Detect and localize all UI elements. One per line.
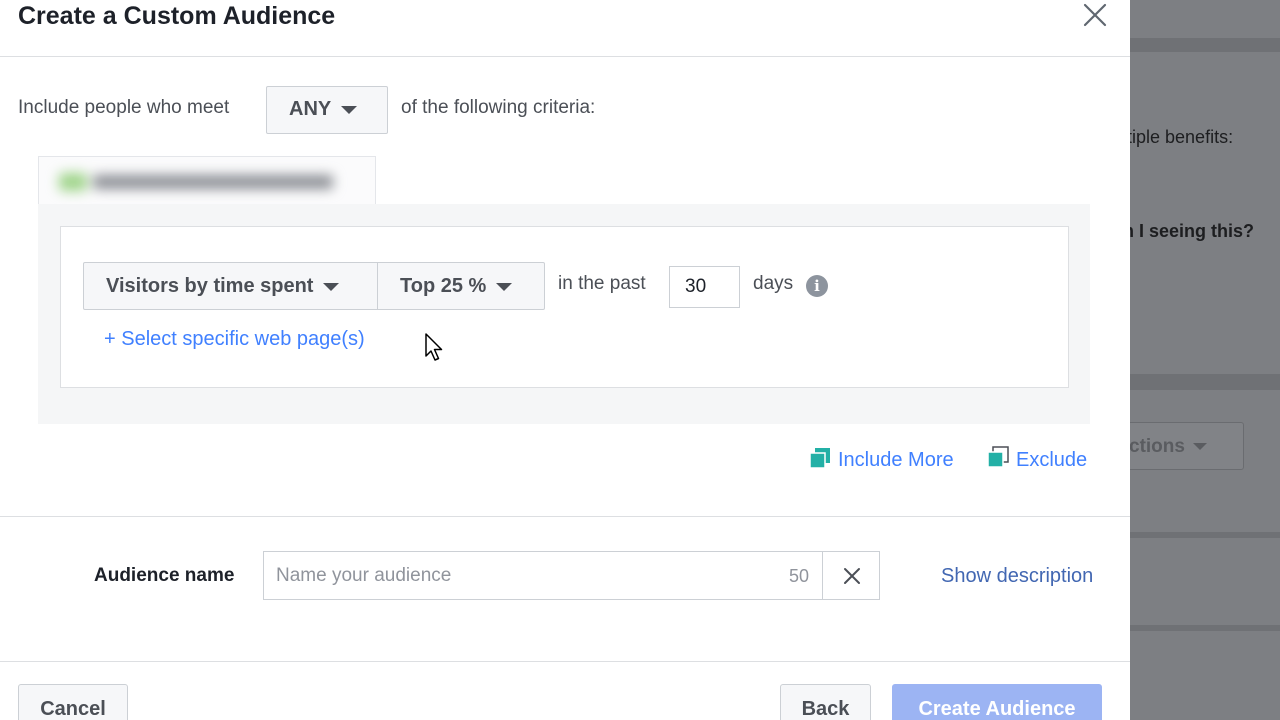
audience-name-field: 50: [263, 551, 880, 600]
dialog-header: Create a Custom Audience: [0, 0, 1130, 57]
background-divider: [1130, 374, 1280, 390]
match-type-dropdown[interactable]: ANY: [266, 86, 388, 134]
background-divider: [1130, 38, 1280, 52]
percentile-dropdown[interactable]: Top 25 %: [377, 262, 545, 310]
audience-name-input[interactable]: [264, 552, 804, 599]
include-more-icon[interactable]: [809, 447, 831, 469]
caret-down-icon: [323, 282, 340, 291]
clear-icon: [843, 567, 860, 584]
background-divider: [1130, 532, 1280, 538]
audience-name-label: Audience name: [94, 565, 235, 586]
event-type-dropdown[interactable]: Visitors by time spent: [83, 262, 378, 310]
back-button[interactable]: Back: [780, 684, 871, 720]
in-past-label: in the past: [558, 273, 646, 294]
background-divider: [1130, 625, 1280, 631]
background-benefits-text: ıltiple benefits:: [1130, 127, 1234, 147]
rule-box: Visitors by time spent Top 25 % in the p…: [60, 226, 1069, 388]
percentile-value: Top 25 %: [400, 275, 487, 297]
exclude-link[interactable]: Exclude: [1016, 449, 1087, 472]
info-icon[interactable]: i: [806, 275, 828, 297]
create-custom-audience-dialog: Create a Custom Audience Include people …: [0, 0, 1130, 720]
background-actions-button: ctions: [1130, 422, 1244, 470]
create-audience-button[interactable]: Create Audience: [892, 684, 1102, 720]
show-description-link[interactable]: Show description: [941, 565, 1093, 588]
character-count: 50: [789, 566, 810, 586]
select-web-pages-link[interactable]: + Select specific web page(s): [104, 328, 365, 351]
exclude-icon[interactable]: [987, 446, 1009, 468]
include-more-link[interactable]: Include More: [838, 449, 954, 472]
dialog-title: Create a Custom Audience: [18, 2, 336, 30]
criteria-suffix-label: of the following criteria:: [401, 97, 596, 118]
criteria-prefix-label: Include people who meet: [18, 97, 230, 118]
event-type-value: Visitors by time spent: [106, 275, 314, 297]
match-type-value: ANY: [289, 98, 332, 120]
background-why-seeing-text: m I seeing this?: [1130, 221, 1255, 241]
clear-name-button[interactable]: [822, 552, 880, 599]
background-page: ıltiple benefits: m I seeing this? ction…: [1130, 0, 1280, 720]
close-icon[interactable]: [1082, 2, 1108, 28]
source-tab[interactable]: [38, 156, 376, 204]
blurred-source-name: [59, 173, 339, 191]
footer-divider: [0, 661, 1130, 662]
section-divider: [0, 516, 1130, 517]
caret-down-icon: [496, 282, 513, 291]
days-input[interactable]: 30: [669, 266, 740, 308]
caret-down-icon: [341, 105, 358, 114]
days-label: days: [753, 273, 794, 294]
mouse-cursor-icon: [425, 333, 443, 361]
rule-container: Visitors by time spent Top 25 % in the p…: [38, 204, 1090, 424]
cancel-button[interactable]: Cancel: [18, 684, 128, 720]
